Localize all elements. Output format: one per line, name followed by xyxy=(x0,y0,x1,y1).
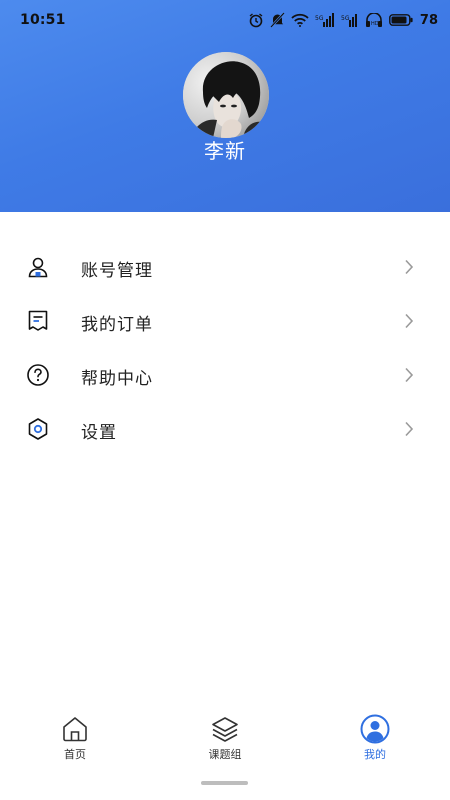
avatar[interactable] xyxy=(183,52,269,138)
profile-header: 10:51 5G 5G HD 78 李新 xyxy=(0,0,450,212)
menu-item-orders[interactable]: 我的订单 xyxy=(0,294,450,348)
user-name: 李新 xyxy=(204,139,246,163)
tab-mine[interactable]: 我的 xyxy=(330,708,420,768)
tab-research-group[interactable]: 课题组 xyxy=(180,708,270,768)
tab-label: 首页 xyxy=(64,748,86,761)
bottom-tab-bar: 首页 课题组 我的 xyxy=(0,708,450,768)
profile-menu: 账号管理 我的订单 帮助中心 设置 xyxy=(0,240,450,456)
settings-hexagon-icon xyxy=(28,418,48,440)
chevron-right-icon xyxy=(405,367,414,383)
avatar-photo xyxy=(183,52,269,138)
chevron-right-icon xyxy=(405,421,414,437)
status-time: 10:51 xyxy=(20,12,66,28)
tab-label: 课题组 xyxy=(208,748,242,761)
profile-icon xyxy=(360,714,390,744)
home-icon xyxy=(63,717,87,742)
menu-item-settings[interactable]: 设置 xyxy=(0,402,450,456)
menu-item-label: 帮助中心 xyxy=(81,369,153,389)
status-icons: 5G 5G HD 78 xyxy=(248,11,438,29)
profile-screen: 10:51 5G 5G HD 78 李新 账号管理 我的订单 帮助中心 设置 首… xyxy=(0,0,450,800)
order-receipt-icon xyxy=(28,310,48,331)
svg-text:5G: 5G xyxy=(341,15,350,22)
menu-item-help[interactable]: 帮助中心 xyxy=(0,348,450,402)
wifi-icon xyxy=(291,13,309,27)
signal-icon-2: 5G xyxy=(341,14,357,27)
alarm-icon xyxy=(249,13,263,28)
svg-text:5G: 5G xyxy=(315,15,324,22)
menu-item-label: 账号管理 xyxy=(81,261,153,281)
signal-icon: 5G xyxy=(315,13,334,27)
chevron-right-icon xyxy=(405,313,414,329)
menu-item-label: 设置 xyxy=(81,423,117,443)
menu-item-label: 我的订单 xyxy=(81,315,153,335)
help-question-icon xyxy=(27,364,49,386)
battery-level: 78 xyxy=(419,12,438,28)
headset-icon: HD xyxy=(365,13,382,27)
chevron-right-icon xyxy=(405,259,414,275)
user-account-icon xyxy=(28,257,48,278)
tab-home[interactable]: 首页 xyxy=(30,708,120,768)
layers-icon xyxy=(212,717,238,742)
status-bar: 10:51 5G 5G HD 78 xyxy=(0,0,450,40)
battery-icon xyxy=(389,14,413,26)
mute-bell-icon xyxy=(270,12,285,28)
home-indicator[interactable] xyxy=(201,781,248,785)
svg-text:HD: HD xyxy=(371,21,379,27)
tab-label: 我的 xyxy=(364,748,386,761)
menu-item-account[interactable]: 账号管理 xyxy=(0,240,450,294)
